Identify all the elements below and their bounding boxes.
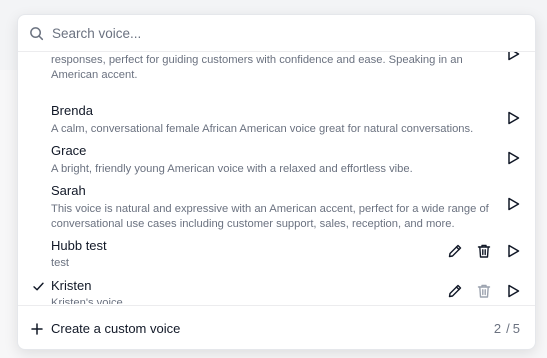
- voice-item-sarah[interactable]: Sarah This voice is natural and expressi…: [18, 182, 535, 232]
- play-icon[interactable]: [505, 110, 521, 126]
- voice-item-grace[interactable]: Grace A bright, friendly young American …: [18, 142, 535, 178]
- voice-description: A calm, conversational female African Am…: [51, 123, 474, 135]
- voice-count-separator: /: [506, 321, 510, 336]
- voice-name: Sarah: [51, 183, 86, 198]
- voice-count-total: 5: [512, 321, 520, 336]
- voice-count-current: 2: [493, 321, 502, 336]
- voice-count: 2 /5: [494, 321, 520, 336]
- voice-item-kristen[interactable]: Kristen Kristen's voice: [18, 277, 535, 304]
- search-bar: [18, 15, 535, 52]
- voice-item-brenda[interactable]: Brenda A calm, conversational female Afr…: [18, 102, 535, 138]
- voice-list: responses, perfect for guiding customers…: [18, 52, 535, 304]
- create-custom-voice-label: Create a custom voice: [51, 321, 181, 336]
- voice-description: test: [51, 257, 70, 269]
- search-input[interactable]: [52, 21, 492, 45]
- voice-name: Grace: [51, 143, 87, 158]
- edit-pencil-icon[interactable]: [447, 243, 463, 259]
- voice-description: A bright, friendly young American voice …: [51, 163, 413, 175]
- play-icon[interactable]: [505, 150, 521, 166]
- play-icon[interactable]: [505, 196, 521, 212]
- play-icon[interactable]: [505, 52, 521, 62]
- voice-description: responses, perfect for guiding customers…: [51, 54, 463, 81]
- voice-name: Brenda: [51, 103, 93, 118]
- search-icon: [30, 26, 44, 40]
- trash-icon[interactable]: [476, 243, 492, 259]
- plus-icon: [31, 322, 43, 335]
- play-icon[interactable]: [505, 283, 521, 299]
- trash-icon-disabled: [477, 284, 491, 298]
- edit-pencil-icon[interactable]: [447, 283, 463, 299]
- voice-item[interactable]: responses, perfect for guiding customers…: [18, 52, 535, 84]
- voice-name: Kristen: [51, 278, 92, 293]
- voice-picker-popover: responses, perfect for guiding customers…: [17, 14, 536, 350]
- create-custom-voice-button[interactable]: Create a custom voice 2 /5: [18, 305, 535, 349]
- play-icon[interactable]: [505, 243, 521, 259]
- voice-description: Kristen's voice: [51, 297, 123, 304]
- checkmark-icon: [33, 282, 44, 291]
- voice-description: This voice is natural and expressive wit…: [51, 203, 489, 230]
- voice-item-hubb-test[interactable]: Hubb test test: [18, 237, 535, 273]
- voice-name: Hubb test: [51, 238, 107, 253]
